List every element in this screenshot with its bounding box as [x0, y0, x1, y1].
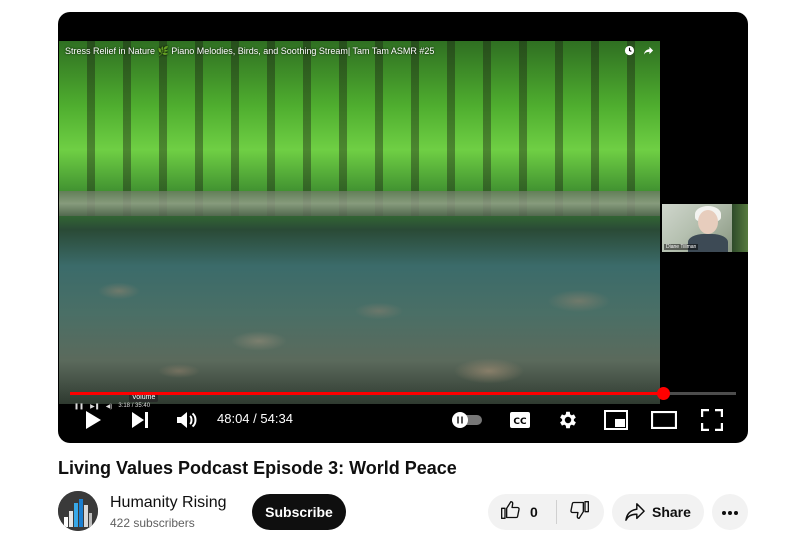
subscribe-button[interactable]: Subscribe — [252, 494, 346, 530]
like-button[interactable]: 0 — [488, 494, 556, 530]
video-player[interactable]: Stress Relief in Nature 🌿 Piano Melodies… — [58, 12, 748, 443]
theater-mode-button[interactable] — [646, 404, 682, 436]
duration: 54:34 — [260, 411, 293, 426]
autoplay-toggle-icon — [450, 412, 484, 428]
share-button[interactable]: Share — [612, 494, 704, 530]
video-title: Living Values Podcast Episode 3: World P… — [58, 458, 457, 478]
participant-name: Diane Tillman — [664, 244, 699, 250]
theater-icon — [651, 411, 677, 429]
embedded-icons — [624, 45, 654, 56]
subscriber-count: 422 subscribers — [110, 516, 195, 530]
miniplayer-button[interactable] — [598, 404, 634, 436]
miniplayer-icon — [604, 410, 628, 430]
volume-button[interactable] — [169, 404, 205, 436]
channel-name[interactable]: Humanity Rising — [110, 494, 226, 512]
more-icon — [721, 503, 739, 521]
volume-icon — [176, 410, 198, 430]
thumbs-down-icon — [570, 500, 590, 525]
clock-icon — [624, 45, 635, 56]
captions-icon: CC — [509, 411, 531, 429]
next-button[interactable] — [122, 404, 158, 436]
progress-scrubber[interactable] — [656, 387, 670, 400]
progress-bar[interactable] — [70, 387, 736, 400]
svg-text:CC: CC — [513, 417, 527, 427]
participant-thumbnail: Diane Tillman — [662, 204, 748, 252]
like-dislike-group: 0 — [488, 494, 604, 530]
play-icon — [84, 410, 102, 430]
channel-avatar[interactable] — [58, 491, 98, 531]
gear-icon — [557, 409, 579, 431]
fullscreen-button[interactable] — [694, 404, 730, 436]
captions-button[interactable]: CC — [502, 404, 538, 436]
thumbs-up-icon — [500, 500, 520, 525]
progress-played — [70, 392, 663, 395]
forest-scene — [59, 41, 660, 216]
more-actions-button[interactable] — [712, 494, 748, 530]
embedded-video-title: Stress Relief in Nature 🌿 Piano Melodies… — [65, 46, 435, 56]
play-button[interactable] — [75, 404, 111, 436]
like-count: 0 — [530, 504, 538, 520]
channel-logo-icon — [58, 491, 98, 531]
settings-button[interactable] — [550, 404, 586, 436]
player-controls: 48:04 / 54:34 CC — [58, 402, 748, 438]
dislike-button[interactable] — [557, 494, 604, 530]
share-arrow-icon — [643, 45, 654, 56]
time-separator: / — [253, 411, 257, 426]
autoplay-toggle[interactable] — [449, 404, 485, 436]
share-icon — [624, 502, 646, 522]
next-icon — [131, 411, 149, 429]
fullscreen-icon — [701, 409, 723, 431]
share-label: Share — [652, 504, 691, 520]
time-display: 48:04 / 54:34 — [217, 411, 293, 426]
current-time: 48:04 — [217, 411, 250, 426]
video-frame — [59, 41, 660, 404]
